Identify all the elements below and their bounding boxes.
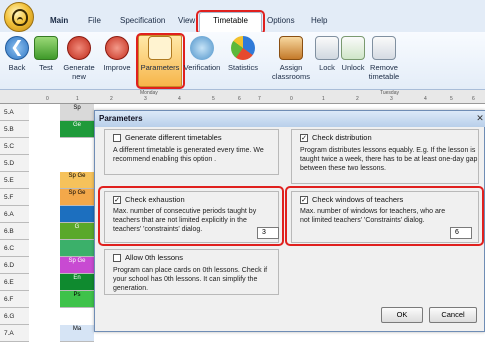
parameters-button[interactable]: Parameters bbox=[139, 34, 181, 72]
unlock-icon bbox=[341, 36, 365, 60]
row-label-6f[interactable]: 6.F bbox=[0, 291, 29, 308]
row-label-7a[interactable]: 7.A bbox=[0, 325, 29, 342]
assign-classrooms-button[interactable]: Assign classrooms bbox=[270, 34, 312, 81]
check-distribution-text: Program distributes lessons equably. E.g… bbox=[300, 147, 478, 172]
improve-button[interactable]: Improve bbox=[97, 34, 137, 72]
statistics-button[interactable]: Statistics bbox=[223, 34, 263, 72]
check-distribution-title: Check distribution bbox=[312, 133, 372, 142]
tab-main[interactable]: Main bbox=[50, 16, 68, 25]
row-label-5a[interactable]: 5.A bbox=[0, 104, 29, 121]
ok-button[interactable]: OK bbox=[381, 307, 423, 323]
test-button[interactable]: Test bbox=[33, 34, 59, 72]
row-label-5e[interactable]: 5.E bbox=[0, 172, 29, 189]
generate-different-group: Generate different timetables A differen… bbox=[104, 129, 279, 175]
allow-0th-checkbox[interactable] bbox=[113, 254, 121, 262]
parameters-icon bbox=[148, 36, 172, 60]
verification-button[interactable]: Verification bbox=[180, 34, 224, 72]
lesson-card[interactable]: Ge bbox=[60, 121, 94, 138]
remove-timetable-icon bbox=[372, 36, 396, 60]
lesson-card[interactable]: En bbox=[60, 274, 94, 291]
row-label-5c[interactable]: 5.C bbox=[0, 138, 29, 155]
test-icon bbox=[34, 36, 58, 60]
period-numbers: 0 1 2 3 4 5 6 7 0 1 2 3 4 5 6 bbox=[46, 96, 475, 102]
lock-button[interactable]: Lock bbox=[314, 34, 340, 72]
close-icon[interactable]: ✕ bbox=[475, 113, 485, 124]
check-distribution-checkbox[interactable]: ✓ bbox=[300, 134, 308, 142]
lesson-card[interactable]: Sp Ge bbox=[60, 257, 94, 274]
verification-icon bbox=[190, 36, 214, 60]
lesson-card[interactable] bbox=[60, 240, 94, 257]
tab-help[interactable]: Help bbox=[311, 16, 327, 25]
lesson-card[interactable]: G bbox=[60, 223, 94, 240]
lesson-card[interactable]: Sp Ge bbox=[60, 172, 94, 189]
remove-timetable-button[interactable]: Remove timetable bbox=[363, 34, 405, 81]
allow-0th-group: Allow 0th lessons Program can place card… bbox=[104, 249, 279, 295]
allow-0th-text: Program can place cards on 0th lessons. … bbox=[113, 267, 268, 292]
row-label-5d[interactable]: 5.D bbox=[0, 155, 29, 172]
tab-file[interactable]: File bbox=[88, 16, 101, 25]
statistics-icon bbox=[231, 36, 255, 60]
exhaustion-highlight bbox=[98, 186, 284, 246]
lesson-card[interactable] bbox=[60, 206, 94, 223]
row-label-6e[interactable]: 6.E bbox=[0, 274, 29, 291]
generate-different-title: Generate different timetables bbox=[125, 133, 222, 142]
generate-different-text: A different timetable is generated every… bbox=[113, 147, 264, 163]
lesson-card[interactable]: Ma bbox=[60, 325, 94, 342]
row-label-6a[interactable]: 6.A bbox=[0, 206, 29, 223]
generate-icon bbox=[67, 36, 91, 60]
allow-0th-title: Allow 0th lessons bbox=[125, 253, 183, 262]
row-label-5b[interactable]: 5.B bbox=[0, 121, 29, 138]
parameters-dialog: Parameters ✕ Generate different timetabl… bbox=[94, 110, 485, 332]
row-label-6c[interactable]: 6.C bbox=[0, 240, 29, 257]
lesson-card[interactable]: Ps bbox=[60, 291, 94, 308]
lock-icon bbox=[315, 36, 339, 60]
row-label-6g[interactable]: 6.G bbox=[0, 308, 29, 325]
generate-different-checkbox[interactable] bbox=[113, 134, 121, 142]
timetable-header: Monday Tuesday 0 1 2 3 4 5 6 7 0 1 2 3 4… bbox=[0, 90, 485, 104]
cancel-button[interactable]: Cancel bbox=[429, 307, 477, 323]
lesson-card[interactable]: Sp Ge bbox=[60, 189, 94, 206]
improve-icon bbox=[105, 36, 129, 60]
back-button[interactable]: ❮ Back bbox=[4, 34, 30, 72]
row-label-5f[interactable]: 5.F bbox=[0, 189, 29, 206]
back-arrow-icon: ❮ bbox=[5, 36, 29, 60]
tab-specification[interactable]: Specification bbox=[120, 16, 165, 25]
tab-view[interactable]: View bbox=[178, 16, 195, 25]
dialog-title: Parameters bbox=[95, 111, 485, 127]
application-menu-icon[interactable] bbox=[4, 2, 34, 32]
row-label-6b[interactable]: 6.B bbox=[0, 223, 29, 240]
assign-classrooms-icon bbox=[279, 36, 303, 60]
tab-options[interactable]: Options bbox=[267, 16, 295, 25]
generate-new-button[interactable]: Generate new bbox=[62, 34, 96, 81]
lesson-card[interactable]: Sp bbox=[60, 104, 94, 121]
row-label-6d[interactable]: 6.D bbox=[0, 257, 29, 274]
check-distribution-group: ✓ Check distribution Program distributes… bbox=[291, 129, 479, 184]
windows-highlight bbox=[285, 186, 484, 246]
